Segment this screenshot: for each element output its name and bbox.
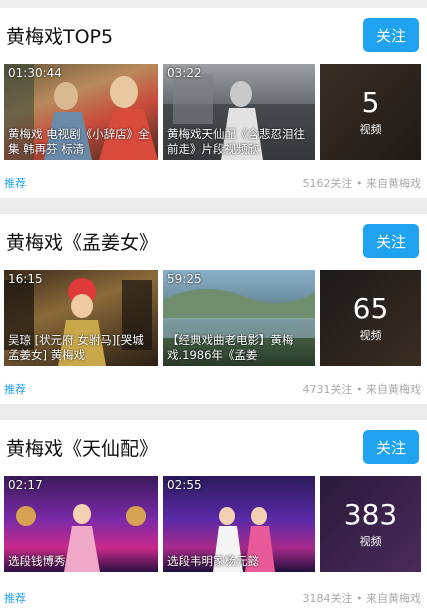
more-videos-tile[interactable]: 65 视频 [320, 270, 421, 366]
video-caption: 【经典戏曲老电影】黄梅戏.1986年《孟姜 [167, 333, 294, 362]
card-footer: 推荐 4731关注 • 来自黄梅戏 [0, 374, 427, 404]
more-videos-tile[interactable]: 383 视频 [320, 476, 421, 572]
video-thumbnail[interactable]: 16:15 吴琼 [状元府 女驸马][哭城 孟姜女] 黄梅戏 [4, 270, 158, 366]
video-duration: 59:25 [167, 272, 202, 286]
video-duration: 03:22 [167, 66, 202, 80]
video-count: 383 [343, 498, 398, 531]
channel-card-1: 黄梅戏TOP5 关注 01:30:44 黄梅戏 电视剧《小辞店》全集 韩再芬 标… [0, 8, 427, 198]
follow-count-source: 4731关注 • 来自黄梅戏 [302, 383, 421, 396]
channel-card-3: 黄梅戏《天仙配》 关注 02:17 选段钱博秀 02:55 选段韦明家杨元懿 3… [0, 420, 427, 613]
card-title[interactable]: 黄梅戏TOP5 [6, 22, 113, 49]
card-title[interactable]: 黄梅戏《孟姜女》 [6, 228, 158, 255]
video-thumbnail[interactable]: 59:25 【经典戏曲老电影】黄梅戏.1986年《孟姜 [163, 270, 315, 366]
video-duration: 01:30:44 [8, 66, 62, 80]
video-thumbnail[interactable]: 03:22 黄梅戏天仙配《含悲忍泪往前走》片段视频欣 [163, 64, 315, 160]
video-thumbnail[interactable]: 01:30:44 黄梅戏 电视剧《小辞店》全集 韩再芬 标清 [4, 64, 158, 160]
video-duration: 02:55 [167, 478, 202, 492]
section-divider [0, 404, 427, 420]
follow-count-source: 3184关注 • 来自黄梅戏 [302, 592, 421, 605]
video-count-unit: 视频 [359, 123, 382, 136]
video-count: 5 [361, 86, 380, 119]
video-caption: 吴琼 [状元府 女驸马][哭城 孟姜女] 黄梅戏 [8, 333, 144, 362]
follow-button[interactable]: 关注 [363, 430, 419, 464]
recommend-tag: 推荐 [4, 383, 26, 396]
card-footer: 推荐 3184关注 • 来自黄梅戏 [0, 583, 427, 613]
video-count: 65 [352, 292, 389, 325]
recommend-tag: 推荐 [4, 592, 26, 605]
video-thumbnail[interactable]: 02:55 选段韦明家杨元懿 [163, 476, 315, 572]
card-title[interactable]: 黄梅戏《天仙配》 [6, 434, 158, 461]
more-videos-tile[interactable]: 5 视频 [320, 64, 421, 160]
section-divider [0, 198, 427, 214]
follow-button[interactable]: 关注 [363, 224, 419, 258]
recommend-tag: 推荐 [4, 177, 26, 190]
video-count-unit: 视频 [359, 329, 382, 342]
follow-button[interactable]: 关注 [363, 18, 419, 52]
video-count-unit: 视频 [359, 535, 382, 548]
video-caption: 选段韦明家杨元懿 [167, 554, 259, 568]
channel-card-2: 黄梅戏《孟姜女》 关注 16:15 吴琼 [状元府 女驸马][哭城 孟姜女] 黄… [0, 214, 427, 404]
video-duration: 02:17 [8, 478, 43, 492]
follow-count-source: 5162关注 • 来自黄梅戏 [302, 177, 421, 190]
video-caption: 黄梅戏 电视剧《小辞店》全集 韩再芬 标清 [8, 127, 150, 156]
video-caption: 选段钱博秀 [8, 554, 66, 568]
video-caption: 黄梅戏天仙配《含悲忍泪往前走》片段视频欣 [167, 127, 305, 156]
card-footer: 推荐 5162关注 • 来自黄梅戏 [0, 168, 427, 198]
video-thumbnail[interactable]: 02:17 选段钱博秀 [4, 476, 158, 572]
video-duration: 16:15 [8, 272, 43, 286]
